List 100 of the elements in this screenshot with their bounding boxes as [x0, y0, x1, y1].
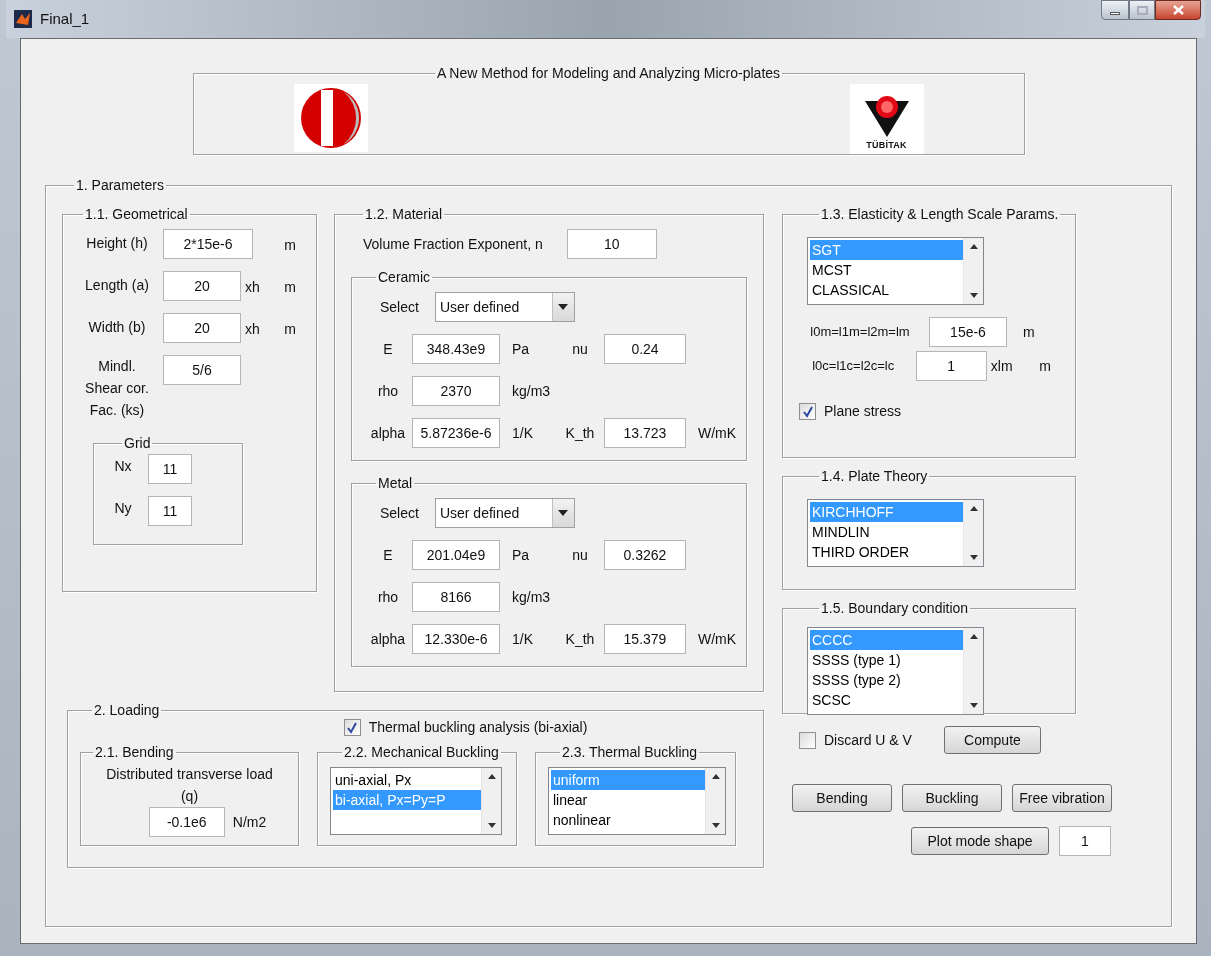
unit-label: m [284, 236, 296, 255]
unit-label: xh [245, 278, 260, 297]
list-item[interactable]: SSSS (type 2) [810, 670, 963, 690]
caret-icon [558, 510, 569, 516]
input-field[interactable]: 1 [915, 351, 987, 381]
caret-icon [558, 304, 569, 310]
push-button[interactable]: Free vibration [1012, 784, 1112, 812]
close-button[interactable] [1155, 0, 1201, 20]
input-field[interactable]: 5.87236e-6 [412, 418, 500, 448]
list-box[interactable]: uniform linear nonlinear [548, 767, 726, 835]
checkbox[interactable] [799, 403, 816, 420]
unit-label: N/m2 [232, 812, 267, 832]
input-field[interactable]: 10 [566, 229, 657, 259]
push-button[interactable]: Compute [943, 726, 1041, 754]
checkbox[interactable] [799, 731, 816, 749]
field-label: rho [376, 381, 400, 401]
input-field[interactable]: 201.04e9 [412, 540, 500, 570]
input-field[interactable]: 5/6 [163, 355, 241, 385]
group-title: 1. Parameters [75, 176, 165, 195]
v-emblem-icon [864, 93, 909, 137]
list-item[interactable]: SCSC [810, 690, 963, 710]
input-field[interactable]: 2370 [412, 376, 500, 406]
field-label: Select [380, 297, 419, 317]
list-item[interactable]: uni-axial, Px [333, 770, 481, 790]
group-title: 1.3. Elasticity & Length Scale Params. [820, 205, 1060, 224]
unit-label: kg/m3 [512, 381, 552, 401]
scroll-bar[interactable] [963, 500, 983, 566]
list-item[interactable]: MCST [810, 260, 963, 280]
down-arrow-icon[interactable] [969, 293, 978, 298]
field-label: l0c=l1c=l2c=lc [811, 357, 896, 376]
input-field[interactable]: 12.330e-6 [412, 624, 500, 654]
field-label: K_th [564, 629, 596, 649]
list-box[interactable]: KIRCHHOFF MINDLIN THIRD ORDER [807, 499, 984, 567]
field-label: nu [571, 545, 589, 565]
input-field[interactable]: 348.43e9 [412, 334, 500, 364]
input-field[interactable]: 13.723 [604, 418, 686, 448]
list-box[interactable]: uni-axial, Px bi-axial, Px=Py=P [330, 767, 502, 835]
down-arrow-icon[interactable] [711, 823, 720, 828]
field-label: alpha [369, 629, 407, 649]
push-button[interactable]: Bending [792, 784, 892, 812]
up-arrow-icon[interactable] [711, 774, 720, 779]
field-label: Nx [113, 457, 133, 476]
maximize-button[interactable] [1129, 0, 1155, 20]
group-title: 2.1. Bending [94, 743, 175, 762]
unit-label: Pa [512, 339, 531, 359]
field-label: Height (h) [85, 234, 149, 253]
down-arrow-icon[interactable] [969, 555, 978, 560]
unit-label: W/mK [698, 629, 737, 649]
input-field[interactable]: 11 [148, 496, 192, 526]
up-arrow-icon[interactable] [969, 634, 978, 639]
group-title: Metal [377, 474, 414, 493]
list-box[interactable]: SGT MCST CLASSICAL [807, 237, 984, 305]
minimize-button[interactable] [1101, 0, 1129, 20]
input-field[interactable]: 8166 [412, 582, 500, 612]
up-arrow-icon[interactable] [487, 774, 496, 779]
input-field[interactable]: 2*15e-6 [163, 229, 253, 259]
up-arrow-icon[interactable] [969, 244, 978, 249]
scroll-bar[interactable] [963, 628, 983, 714]
down-arrow-icon[interactable] [487, 823, 496, 828]
unit-label: 1/K [512, 423, 534, 443]
field-label: Width (b) [87, 318, 147, 337]
field-label: Length (a) [84, 276, 150, 295]
scroll-bar[interactable] [705, 768, 725, 834]
list-item[interactable]: MINDLIN [810, 522, 963, 542]
scroll-bar[interactable] [963, 238, 983, 304]
input-field[interactable]: 0.24 [604, 334, 686, 364]
dropdown[interactable]: User defined [434, 292, 575, 322]
input-field[interactable]: 20 [163, 313, 241, 343]
list-box[interactable]: CCCC SSSS (type 1) SSSS (type 2) SCSC [807, 627, 984, 715]
list-item[interactable]: linear [551, 790, 705, 810]
unit-label: m [1039, 356, 1051, 376]
field-label: nu [571, 339, 589, 359]
checkbox[interactable] [343, 719, 361, 736]
push-button[interactable]: Plot mode shape [911, 827, 1049, 855]
input-field[interactable]: 15e-6 [929, 317, 1007, 347]
checkbox-label: Plane stress [824, 402, 902, 421]
dropdown[interactable]: User defined [434, 498, 575, 528]
up-arrow-icon[interactable] [969, 506, 978, 511]
input-field[interactable]: 1 [1059, 826, 1111, 856]
list-item[interactable]: nonlinear [551, 810, 705, 830]
field-label: Volume Fraction Exponent, n [363, 234, 543, 254]
input-field[interactable]: 0.3262 [604, 540, 686, 570]
group-title: 1.1. Geometrical [84, 205, 189, 224]
field-label: Distributed transverse load (q) [105, 765, 274, 806]
unit-label: 1/K [512, 629, 534, 649]
push-button[interactable]: Buckling [902, 784, 1002, 812]
group-title: 2. Loading [93, 701, 161, 720]
list-item[interactable]: SSSS (type 1) [810, 650, 963, 670]
scroll-bar[interactable] [481, 768, 501, 834]
list-item[interactable]: CLASSICAL [810, 280, 963, 300]
field-label: l0m=l1m=l2m=lm [809, 323, 911, 342]
group-title: 1.2. Material [364, 205, 444, 224]
list-item[interactable]: THIRD ORDER [810, 542, 963, 562]
field-label: E [382, 545, 394, 565]
check-icon [801, 405, 814, 418]
input-field[interactable]: 11 [148, 454, 192, 484]
input-field[interactable]: 15.379 [604, 624, 686, 654]
input-field[interactable]: -0.1e6 [148, 807, 225, 837]
input-field[interactable]: 20 [163, 271, 241, 301]
down-arrow-icon[interactable] [969, 703, 978, 708]
